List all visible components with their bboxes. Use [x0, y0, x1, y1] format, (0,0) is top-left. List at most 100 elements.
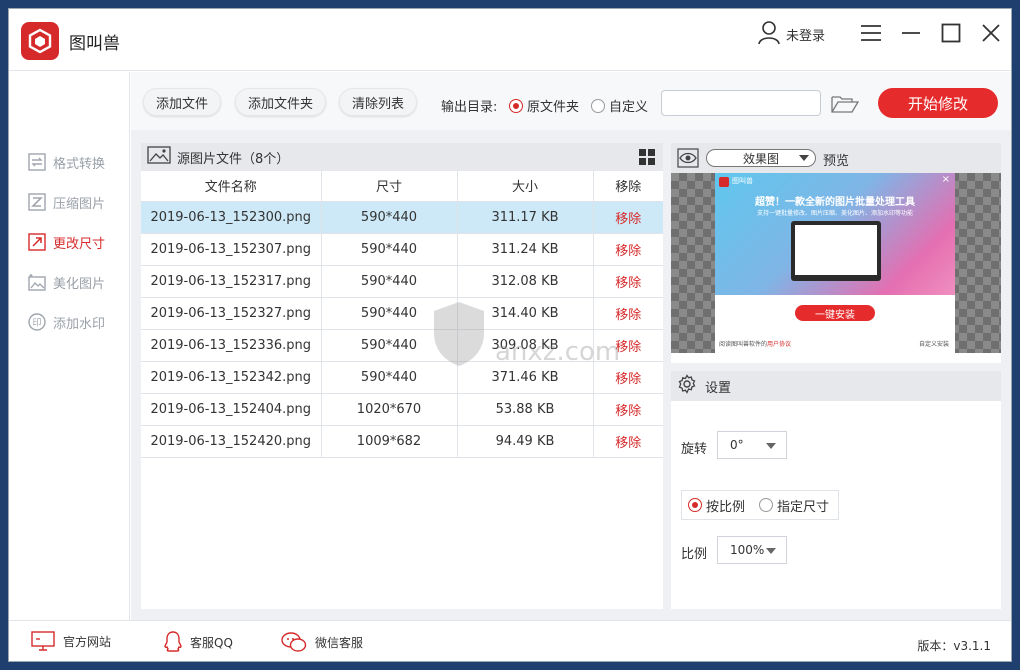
- table-row[interactable]: 2019-06-13_152327.png 590*440 314.40 KB …: [141, 297, 663, 330]
- by-ratio-radio[interactable]: 按比例: [688, 496, 745, 515]
- column-header[interactable]: 大小: [457, 171, 594, 202]
- resize-icon: [27, 232, 47, 252]
- thumb-logo-icon: [719, 177, 729, 187]
- menu-icon: [861, 25, 881, 41]
- remove-button[interactable]: 移除: [593, 201, 663, 234]
- grid-view-icon: [639, 149, 655, 165]
- menu-button[interactable]: [857, 19, 885, 47]
- fixed-size-label: 指定尺寸: [777, 499, 830, 515]
- sidebar-item-label: 美化图片: [53, 276, 106, 292]
- monitor-icon: [31, 631, 55, 651]
- file-dimension-cell: 590*440: [321, 329, 458, 362]
- table-row[interactable]: 2019-06-13_152342.png 590*440 371.46 KB …: [141, 361, 663, 394]
- thumb-agree-label: 阅读图叫兽软件的: [719, 341, 768, 348]
- table-row[interactable]: 2019-06-13_152404.png 1020*670 53.88 KB …: [141, 393, 663, 426]
- login-button[interactable]: 未登录: [756, 19, 825, 49]
- remove-button[interactable]: 移除: [593, 425, 663, 458]
- thumb-close-icon: ×: [941, 174, 950, 185]
- sidebar-item-resize[interactable]: 更改尺寸: [27, 229, 105, 255]
- file-list-panel: 源图片文件（8个） 文件名称 尺寸 大小 移除 2019-06-13_15230…: [141, 143, 663, 609]
- toolbar: 添加文件 添加文件夹 清除列表 输出目录: 原文件夹 自定义 开始修改: [131, 72, 1011, 130]
- wechat-icon: [281, 632, 307, 652]
- remove-button[interactable]: 移除: [593, 393, 663, 426]
- file-dimension-cell: 590*440: [321, 233, 458, 266]
- table-row[interactable]: 2019-06-13_152336.png 590*440 309.08 KB …: [141, 329, 663, 362]
- file-size-cell: 371.46 KB: [457, 361, 594, 394]
- folder-open-icon: [831, 96, 860, 113]
- minimize-button[interactable]: [897, 19, 925, 47]
- file-size-cell: 312.08 KB: [457, 265, 594, 298]
- table-row[interactable]: 2019-06-13_152420.png 1009*682 94.49 KB …: [141, 425, 663, 458]
- thumb-headline: 超赞！一款全新的图片批量处理工具: [755, 197, 915, 208]
- table-row[interactable]: 2019-06-13_152307.png 590*440 311.24 KB …: [141, 233, 663, 266]
- file-name-cell: 2019-06-13_152307.png: [141, 233, 322, 266]
- app-title: 图叫兽: [69, 34, 120, 54]
- file-dimension-cell: 590*440: [321, 361, 458, 394]
- add-file-button[interactable]: 添加文件: [143, 88, 222, 116]
- sidebar-item-compress[interactable]: 压缩图片: [27, 189, 105, 215]
- preview-mode-select[interactable]: 效果图: [706, 149, 816, 167]
- sidebar-item-format[interactable]: 格式转换: [27, 149, 105, 175]
- table-row[interactable]: 2019-06-13_152317.png 590*440 312.08 KB …: [141, 265, 663, 298]
- maximize-button[interactable]: [937, 19, 965, 47]
- remove-button[interactable]: 移除: [593, 233, 663, 266]
- file-size-cell: 311.17 KB: [457, 201, 594, 234]
- fixed-size-radio[interactable]: 指定尺寸: [759, 496, 829, 515]
- rotate-select[interactable]: 0°: [717, 431, 787, 459]
- output-dir-label: 输出目录:: [441, 100, 498, 115]
- thumb-app-name: 图叫兽: [732, 177, 753, 185]
- file-dimension-cell: 590*440: [321, 201, 458, 234]
- file-name-cell: 2019-06-13_152336.png: [141, 329, 322, 362]
- clear-list-button[interactable]: 清除列表: [339, 88, 418, 116]
- start-modify-button[interactable]: 开始修改: [878, 88, 998, 118]
- browse-folder-button[interactable]: [831, 94, 860, 118]
- file-dimension-cell: 1009*682: [321, 425, 458, 458]
- file-size-cell: 94.49 KB: [457, 425, 594, 458]
- file-size-cell: 309.08 KB: [457, 329, 594, 362]
- app-window: 图叫兽 未登录 格式转换 压缩图片 更改尺寸 美化图片 印 添加水印 添加文件 …: [8, 8, 1012, 662]
- preview-banner: 图叫兽 × 超赞！一款全新的图片批量处理工具 支持一键批量修改、图片压缩、美化图…: [715, 173, 955, 295]
- close-button[interactable]: [977, 19, 1005, 47]
- qq-label: 客服QQ: [190, 635, 233, 650]
- maximize-icon: [941, 23, 961, 43]
- file-table: 文件名称 尺寸 大小 移除 2019-06-13_152300.png 590*…: [141, 171, 663, 458]
- column-header[interactable]: 尺寸: [321, 171, 458, 202]
- file-name-cell: 2019-06-13_152404.png: [141, 393, 322, 426]
- qq-icon: [164, 631, 182, 652]
- output-path-input[interactable]: [661, 90, 821, 116]
- close-icon: [982, 24, 1000, 42]
- format-icon: [27, 152, 47, 172]
- wechat-support-link[interactable]: 微信客服: [281, 631, 363, 653]
- output-custom-radio[interactable]: 自定义: [591, 96, 648, 115]
- table-row[interactable]: 2019-06-13_152300.png 590*440 311.17 KB …: [141, 201, 663, 234]
- official-website-link[interactable]: 官方网站: [31, 631, 111, 651]
- radio-dot: [759, 498, 774, 512]
- remove-button[interactable]: 移除: [593, 361, 663, 394]
- file-list-title: 源图片文件（8个）: [177, 151, 290, 167]
- image-icon: [147, 146, 171, 168]
- output-original-radio[interactable]: 原文件夹: [509, 96, 579, 115]
- sidebar-item-label: 格式转换: [53, 156, 106, 172]
- remove-button[interactable]: 移除: [593, 297, 663, 330]
- file-name-cell: 2019-06-13_152342.png: [141, 361, 322, 394]
- remove-button[interactable]: 移除: [593, 329, 663, 362]
- ratio-select[interactable]: 100%: [717, 536, 787, 564]
- sidebar-item-beautify[interactable]: 美化图片: [27, 269, 105, 295]
- grid-view-button[interactable]: [639, 149, 655, 169]
- ratio-value: 100%: [730, 543, 765, 557]
- add-folder-button[interactable]: 添加文件夹: [235, 88, 327, 116]
- qq-support-link[interactable]: 客服QQ: [164, 631, 233, 653]
- file-dimension-cell: 590*440: [321, 297, 458, 330]
- by-ratio-label: 按比例: [706, 499, 746, 515]
- file-size-cell: 311.24 KB: [457, 233, 594, 266]
- app-logo-icon: [21, 22, 59, 60]
- settings-title: 设置: [705, 380, 732, 396]
- minimize-icon: [902, 32, 920, 34]
- sidebar-item-watermark[interactable]: 印 添加水印: [27, 309, 105, 335]
- file-name-cell: 2019-06-13_152317.png: [141, 265, 322, 298]
- remove-button[interactable]: 移除: [593, 265, 663, 298]
- rotate-value: 0°: [730, 438, 744, 452]
- column-header[interactable]: 文件名称: [141, 171, 322, 202]
- thumb-agree-link: 用户协议: [767, 341, 792, 348]
- thumb-laptop-screen: [795, 225, 877, 275]
